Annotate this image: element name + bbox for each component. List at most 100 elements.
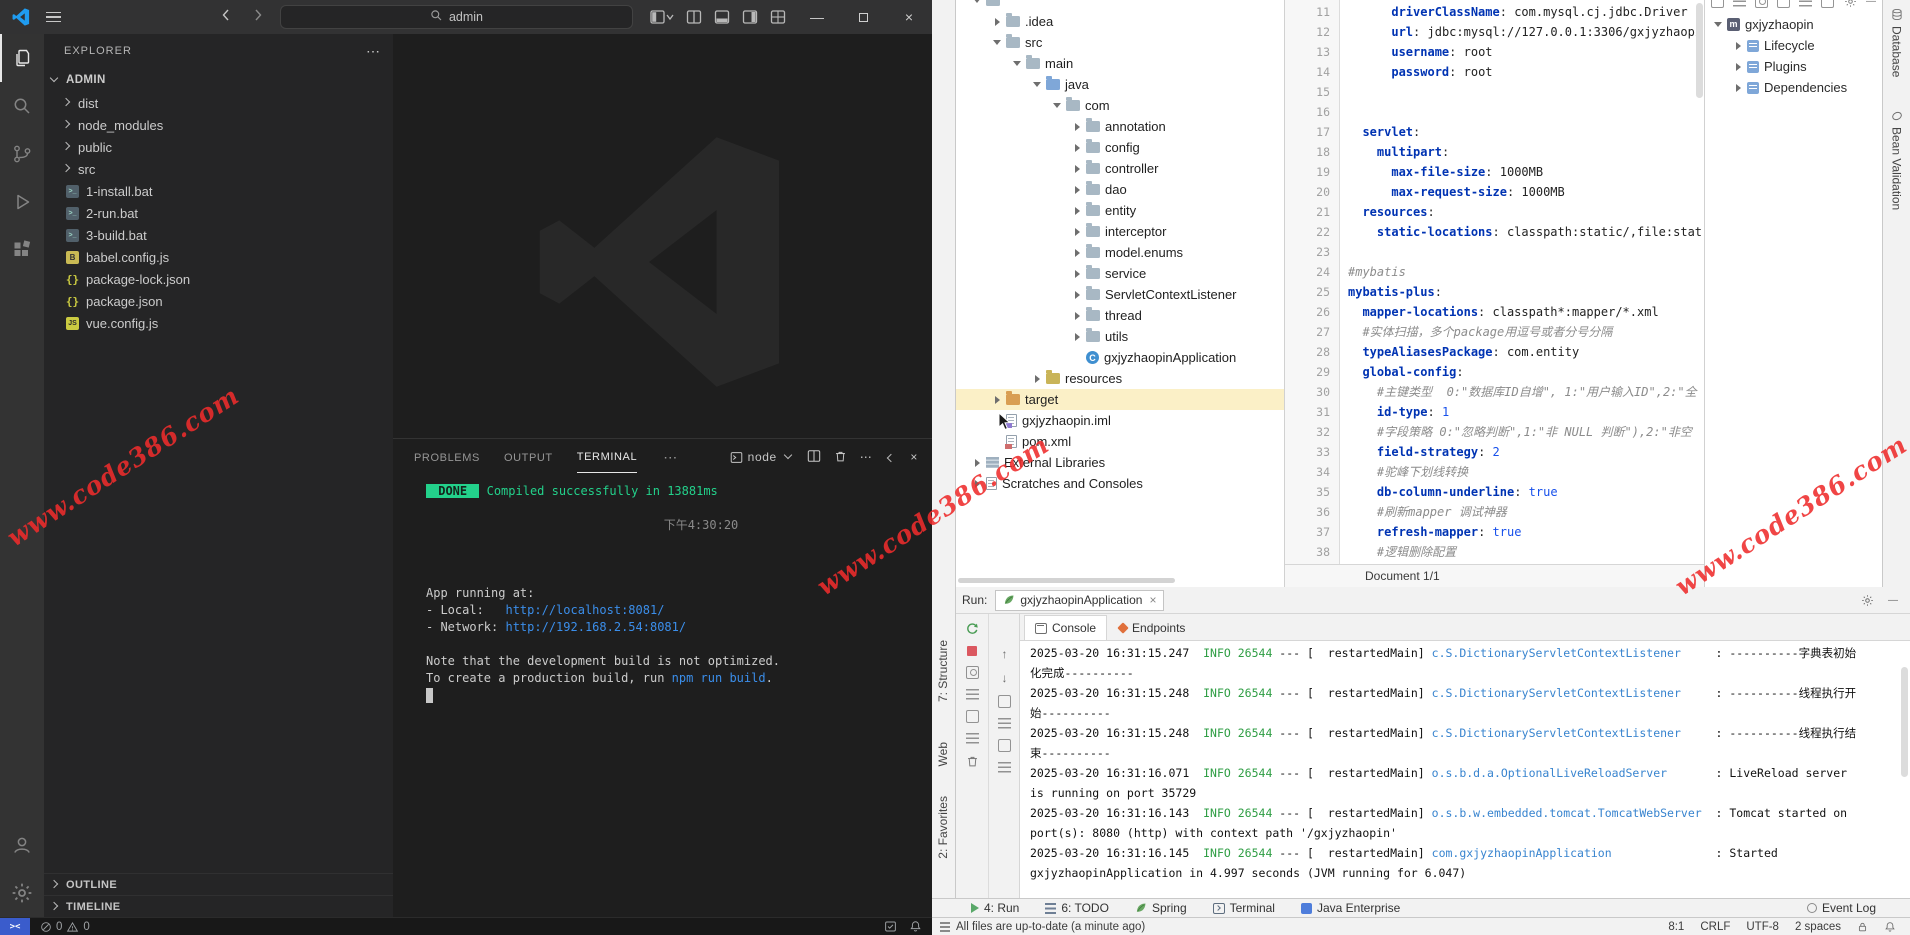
explorer-file-babel.config.js[interactable]: Bbabel.config.js [44,246,393,268]
run-configuration-tab[interactable]: gxjyzhaopinApplication × [995,590,1164,611]
project-tree-item-gxjyzhaopinApplication[interactable]: gxjyzhaopinApplication [956,347,1284,368]
editor-line[interactable]: 25mybatis-plus: [1285,282,1705,302]
project-tree-item-annotation[interactable]: annotation [956,116,1284,137]
maven-project-root[interactable]: gxjyzhaopin [1705,14,1882,35]
project-tree-item-resources[interactable]: resources [956,368,1284,389]
editor-line[interactable]: 15 [1285,82,1705,102]
project-tree-item-thread[interactable]: thread [956,305,1284,326]
explorer-folder-public[interactable]: public [44,136,393,158]
maven-toolbar-icon[interactable] [1733,0,1746,7]
explorer-icon[interactable] [0,34,44,82]
run-debug-icon[interactable] [0,178,44,226]
maven-toolbar-icon[interactable] [1777,0,1790,8]
editor-line[interactable]: 35 db-column-underline: true [1285,482,1705,502]
maximize-button[interactable] [840,0,886,34]
project-tree-item-pom.xml[interactable]: pom.xml [956,431,1284,452]
run-toolbar-icon[interactable] [966,710,979,723]
maven-plugins[interactable]: Plugins [1705,56,1882,77]
event-log-button[interactable]: Event Log [1807,901,1876,915]
maven-toolbar-icon[interactable] [1821,0,1834,8]
editor-line[interactable]: 34 #驼峰下划线转换 [1285,462,1705,482]
explorer-file-vue.config.js[interactable]: JSvue.config.js [44,312,393,334]
explorer-file-3-build.bat[interactable]: >_3-build.bat [44,224,393,246]
editor-line[interactable]: 21 resources: [1285,202,1705,222]
split-editor-icon[interactable] [686,9,702,25]
toolwindow-terminal-button[interactable]: Terminal [1213,901,1275,915]
terminal-output[interactable]: DONE Compiled successfully in 13881ms 下午… [393,475,932,917]
settings-gear-icon[interactable] [0,869,44,917]
editor-line[interactable]: 24#mybatis [1285,262,1705,282]
toolwindow-database[interactable]: Database [1883,8,1910,77]
editor-line[interactable]: 31 id-type: 1 [1285,402,1705,422]
project-tree-item-src[interactable]: src [956,32,1284,53]
editor-line[interactable]: 33 field-strategy: 2 [1285,442,1705,462]
project-tree-item-com[interactable]: com [956,95,1284,116]
statusbar-icon[interactable] [940,922,950,932]
back-icon[interactable] [218,7,234,28]
editor-line[interactable]: 18 multipart: [1285,142,1705,162]
editor-line[interactable]: 16 [1285,102,1705,122]
indent-setting[interactable]: 2 spaces [1795,921,1841,933]
editor-line[interactable]: 30 #主键类型 0:"数据库ID自增", 1:"用户输入ID",2:"全 [1285,382,1705,402]
project-tree-item-.idea[interactable]: .idea [956,11,1284,32]
navigate-down-icon[interactable]: ↓ [1002,671,1008,685]
terminal-profile-select[interactable]: node [730,450,794,464]
run-settings-gear-icon[interactable] [1861,594,1874,607]
stop-button[interactable] [967,646,977,656]
close-run-tab-icon[interactable]: × [1149,593,1156,607]
project-tree-item-root[interactable] [956,0,1284,11]
run-toolbar-icon[interactable] [966,733,979,744]
navigate-up-icon[interactable]: ↑ [1002,647,1008,661]
notification-bell-icon[interactable] [1884,921,1896,933]
project-tree-item-target[interactable]: target [956,389,1284,410]
tab-endpoints[interactable]: Endpoints [1109,616,1195,640]
explorer-file-1-install.bat[interactable]: >_1-install.bat [44,180,393,202]
remote-indicator[interactable]: >< [0,918,30,935]
kill-terminal-icon[interactable] [834,449,847,466]
project-tree-item-utils[interactable]: utils [956,326,1284,347]
explorer-folder-src[interactable]: src [44,158,393,180]
run-console-output[interactable]: 2025-03-20 16:31:15.247 INFO 26544 --- [… [1020,641,1910,898]
explorer-folder-dist[interactable]: dist [44,92,393,114]
editor-line[interactable]: 14 password: root [1285,62,1705,82]
project-tree-item-java[interactable]: java [956,74,1284,95]
forward-icon[interactable] [250,7,266,28]
project-tree-item-controller[interactable]: controller [956,158,1284,179]
run-toolbar-icon[interactable] [966,689,979,700]
layout-grid-icon[interactable] [770,9,786,25]
project-root-row[interactable]: ADMIN [44,68,393,92]
editor-line[interactable]: 22 static-locations: classpath:static/,f… [1285,222,1705,242]
close-panel-icon[interactable]: × [910,450,918,464]
menu-icon[interactable] [46,12,61,22]
timeline-section[interactable]: TIMELINE [44,895,393,917]
tab-console[interactable]: Console [1024,615,1107,640]
tab-terminal[interactable]: TERMINAL [577,441,637,473]
project-tree-item-service[interactable]: service [956,263,1284,284]
editor-line[interactable]: 12 url: jdbc:mysql://127.0.0.1:3306/gxjy… [1285,22,1705,42]
editor-line[interactable]: 28 typeAliasesPackage: com.entity [1285,342,1705,362]
editor-line[interactable]: 32 #字段策略 0:"忽略判断",1:"非 NULL 判断"),2:"非空 [1285,422,1705,442]
print-icon[interactable] [998,739,1011,752]
lock-icon[interactable] [1857,921,1868,933]
console-scrollbar[interactable] [1901,667,1908,777]
editor-line[interactable]: 38 #逻辑删除配置 [1285,542,1705,562]
project-tree-item-interceptor[interactable]: interceptor [956,221,1284,242]
editor-line[interactable]: 27 #实体扫描，多个package用逗号或者分号分隔 [1285,322,1705,342]
account-icon[interactable] [0,821,44,869]
problems-status[interactable]: 0 0 [40,921,90,933]
editor-line[interactable]: 23 [1285,242,1705,262]
toolwindow-structure[interactable]: 7: Structure [936,640,950,702]
editor-code[interactable]: 11 driverClassName: com.mysql.cj.jdbc.Dr… [1285,2,1705,562]
panel-actions-more-icon[interactable]: ⋯ [860,450,873,464]
editor-line[interactable]: 36 #刷新mapper 调试神器 [1285,502,1705,522]
scroll-to-end-icon[interactable] [998,718,1011,729]
minimize-button[interactable]: — [794,0,840,34]
maximize-panel-icon[interactable] [885,451,897,463]
explorer-file-package.json[interactable]: {}package.json [44,290,393,312]
file-encoding[interactable]: UTF-8 [1746,921,1779,933]
project-tree-item-model.enums[interactable]: model.enums [956,242,1284,263]
extensions-icon[interactable] [0,226,44,274]
project-tree-item-dao[interactable]: dao [956,179,1284,200]
editor-line[interactable]: 20 max-request-size: 1000MB [1285,182,1705,202]
toggle-secondary-sidebar-icon[interactable] [742,9,758,25]
